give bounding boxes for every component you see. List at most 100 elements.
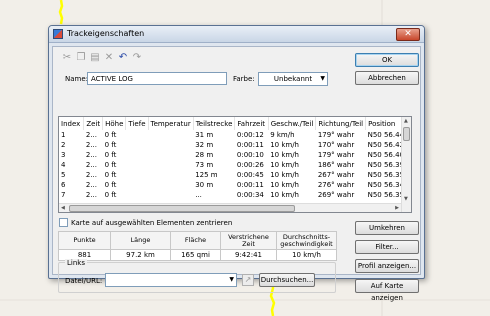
links-group-label: Links — [65, 259, 87, 267]
table-cell — [148, 140, 193, 150]
close-button[interactable]: ✕ — [396, 28, 420, 41]
app-icon — [53, 29, 63, 39]
undo-icon[interactable]: ↶ — [117, 52, 129, 64]
table-row[interactable]: 5 2... 0 ft 125 m 0:00:45 10 km/h 267° wahr N50… — [59, 170, 411, 180]
name-label: Name: — [65, 75, 89, 83]
scroll-right-icon[interactable]: ▶ — [395, 205, 399, 211]
table-cell: 2... — [85, 161, 97, 169]
reverse-button[interactable]: Umkehren — [355, 221, 419, 235]
table-cell: 125 m — [195, 171, 218, 179]
table-cell — [126, 140, 148, 150]
paste-icon[interactable]: ▤ — [89, 52, 101, 64]
track-points-table: Index Zeit Höhe Tiefe Temperatur Teilstrecke F… — [59, 117, 411, 200]
chevron-down-icon: ▼ — [229, 276, 234, 283]
table-cell — [148, 130, 193, 140]
center-map-checkbox[interactable] — [59, 218, 68, 227]
column-header[interactable]: Geschw./Teil — [268, 117, 317, 130]
table-cell: 179° wahr — [317, 131, 355, 139]
stat-value: 97.2 km — [110, 249, 171, 261]
redo-icon[interactable]: ↷ — [131, 52, 143, 64]
cancel-button[interactable]: Abbrechen — [355, 71, 419, 85]
table-cell: 0:00:45 — [236, 171, 264, 179]
stat-value: 10 km/h — [276, 249, 337, 261]
table-cell: 0 ft — [104, 171, 117, 179]
table-cell: 0 ft — [104, 181, 117, 189]
scroll-up-icon[interactable]: ▲ — [404, 118, 408, 124]
scroll-down-icon[interactable]: ▼ — [404, 196, 408, 202]
table-cell: 267° wahr — [317, 171, 355, 179]
copy-icon[interactable]: ❐ — [75, 52, 87, 64]
table-cell: 10 km/h — [270, 151, 299, 159]
table-cell — [126, 190, 148, 200]
browse-button[interactable]: Durchsuchen... — [259, 273, 315, 287]
delete-icon[interactable]: ✕ — [103, 52, 115, 64]
title-bar[interactable]: Trackeigenschaften ✕ — [49, 26, 424, 43]
vertical-scrollbar[interactable]: ▲ ▼ — [401, 117, 411, 212]
table-cell: 1 — [61, 131, 66, 139]
stat-header: Verstrichene Zeit — [220, 231, 277, 250]
track-properties-dialog: Trackeigenschaften ✕ ✂ ❐ ▤ ✕ ↶ ↷ Name: A… — [48, 25, 425, 302]
table-cell: 0:00:34 — [236, 191, 264, 199]
table-cell: 2... — [85, 151, 97, 159]
column-header[interactable]: Temperatur — [148, 117, 194, 130]
table-cell: 7 — [61, 191, 66, 199]
cut-icon[interactable]: ✂ — [61, 52, 73, 64]
table-cell: 10 km/h — [270, 141, 299, 149]
center-map-label: Karte auf ausgewählten Elementen zentrie… — [71, 219, 233, 227]
table-cell: 10 km/h — [270, 171, 299, 179]
table-cell — [148, 190, 193, 200]
horizontal-scroll-thumb[interactable] — [69, 205, 295, 212]
stat-value: 9:42:41 — [220, 249, 277, 261]
table-cell: 4 — [61, 161, 66, 169]
table-cell — [126, 150, 148, 160]
table-cell — [126, 170, 148, 180]
color-select[interactable]: Unbekannt ▼ — [258, 72, 328, 86]
name-input[interactable]: ACTIVE LOG — [87, 72, 227, 85]
table-row[interactable]: 2 2... 0 ft 32 m 0:00:11 10 km/h 170° wahr N50 … — [59, 140, 411, 150]
file-url-label: Datei/URL: — [65, 277, 103, 285]
track-statistics: Punkte Länge Fläche Verstrichene Zeit Durchs… — [58, 231, 337, 261]
ok-button[interactable]: OK — [355, 53, 419, 67]
track-line[interactable] — [58, 0, 64, 25]
chevron-down-icon: ▼ — [320, 75, 325, 82]
column-header[interactable]: Richtung/Teil — [315, 117, 367, 130]
column-header[interactable]: Index — [59, 117, 85, 130]
open-link-icon[interactable]: ↗ — [242, 274, 254, 286]
table-cell — [148, 170, 193, 180]
column-header[interactable]: Tiefe — [125, 117, 149, 130]
column-header[interactable]: Zeit — [83, 117, 104, 130]
table-cell: 2... — [85, 131, 97, 139]
filter-button[interactable]: Filter... — [355, 240, 419, 254]
table-row[interactable]: 4 2... 0 ft 73 m 0:00:26 10 km/h 186° wahr N50 … — [59, 160, 411, 170]
table-cell: 10 km/h — [270, 181, 299, 189]
stat-value: 165 qmi — [170, 249, 221, 261]
table-cell: 73 m — [195, 161, 214, 169]
window-title: Trackeigenschaften — [67, 29, 145, 38]
file-url-input[interactable]: ▼ — [105, 273, 237, 287]
table-cell — [148, 160, 193, 170]
column-header[interactable]: Höhe — [102, 117, 127, 130]
track-points-list[interactable]: Index Zeit Höhe Tiefe Temperatur Teilstrecke F… — [58, 116, 412, 213]
table-cell: 276° wahr — [317, 181, 355, 189]
vertical-scroll-thumb[interactable] — [403, 127, 410, 141]
table-row[interactable]: 6 2... 0 ft 30 m 0:00:11 10 km/h 276° wahr N50 … — [59, 180, 411, 190]
table-cell — [126, 130, 148, 140]
table-row[interactable]: 1 2... 0 ft 31 m 0:00:12 9 km/h 179° wahr N50 5… — [59, 130, 411, 140]
table-cell: 2... — [85, 191, 97, 199]
column-header[interactable]: Fahrzeit — [234, 117, 269, 130]
show-on-map-button[interactable]: Auf Karte anzeigen — [355, 279, 419, 302]
table-cell: ... — [195, 191, 202, 199]
table-cell: 6 — [61, 181, 66, 189]
table-row[interactable]: 3 2... 0 ft 28 m 0:00:10 10 km/h 179° wahr N50 … — [59, 150, 411, 160]
table-cell: 269° wahr — [317, 191, 355, 199]
show-profile-button[interactable]: Profil anzeigen... — [355, 259, 419, 273]
stat-header: Punkte — [58, 231, 111, 250]
table-cell: 0:00:11 — [236, 181, 264, 189]
stat-header: Fläche — [170, 231, 221, 250]
dialog-body: ✂ ❐ ▤ ✕ ↶ ↷ Name: ACTIVE LOG Farbe: Unbe… — [52, 46, 421, 302]
table-row[interactable]: 7 2... 0 ft... 0:00:34 10 km/h 269° wahr N50 5… — [59, 190, 411, 200]
stat-header: Länge — [110, 231, 171, 250]
scroll-left-icon[interactable]: ◀ — [61, 205, 65, 211]
horizontal-scrollbar[interactable]: ◀ ▶ — [59, 203, 401, 212]
column-header[interactable]: Teilstrecke — [193, 117, 236, 130]
